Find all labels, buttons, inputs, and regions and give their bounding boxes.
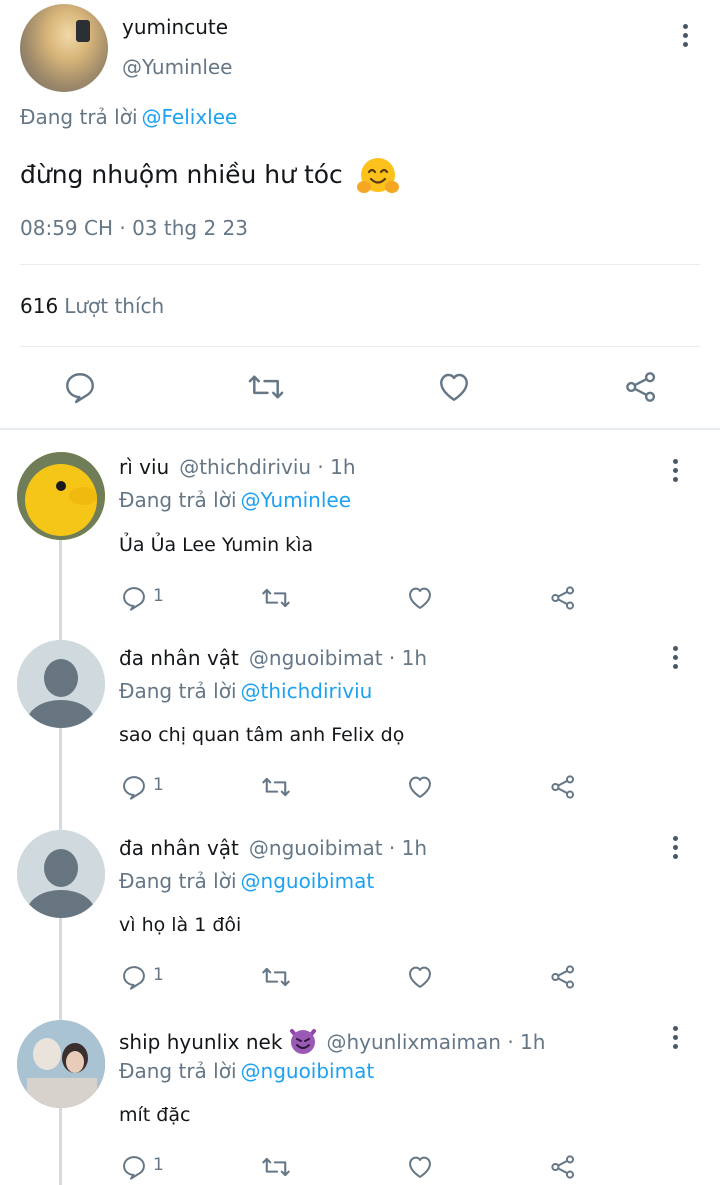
reply-context: Đang trả lời @thichdiriviu <box>119 679 372 703</box>
reply-avatar[interactable] <box>17 640 105 728</box>
reply-header: rì viu @thichdiriviu · 1h <box>119 455 356 479</box>
reply-header: đa nhân vật @nguoibimat · 1h <box>119 836 427 860</box>
reply-header: đa nhân vật @nguoibimat · 1h <box>119 646 427 670</box>
more-options-icon[interactable] <box>671 1026 679 1049</box>
tweet-timestamp: 08:59 CH · 03 thg 2 23 <box>20 216 248 240</box>
reply-context: Đang trả lời @Felixlee <box>20 105 237 129</box>
reply-author-name[interactable]: đa nhân vật <box>119 646 239 670</box>
reply-icon[interactable] <box>120 773 148 801</box>
reply-count: 1 <box>153 1155 164 1175</box>
like-icon[interactable] <box>436 369 472 405</box>
reply-prefix: Đang trả lời <box>119 1059 237 1083</box>
reply-icon[interactable] <box>120 1153 148 1181</box>
reply-to-link[interactable]: @Yuminlee <box>241 488 351 512</box>
hugging-face-icon <box>356 158 399 193</box>
duck-character-icon <box>17 452 105 540</box>
reply-text: sao chị quan tâm anh Felix dọ <box>119 724 405 746</box>
like-summary[interactable]: 616 Lượt thích <box>20 294 164 318</box>
retweet-icon[interactable] <box>247 369 285 405</box>
like-icon[interactable] <box>406 963 434 991</box>
reply-count: 1 <box>153 965 164 985</box>
reply-context: Đang trả lời @nguoibimat <box>119 869 374 893</box>
more-options-icon[interactable] <box>671 646 679 669</box>
reply-text: mít đặc <box>119 1104 191 1126</box>
reply-text: vì họ là 1 đôi <box>119 914 242 936</box>
tweet-text: đừng nhuộm nhiều hư tóc <box>20 155 399 197</box>
more-options-icon[interactable] <box>671 836 679 859</box>
photo-avatar-icon <box>17 1020 105 1108</box>
share-icon[interactable] <box>623 369 659 405</box>
reply-to-link[interactable]: @nguoibimat <box>241 1059 375 1083</box>
retweet-icon[interactable] <box>261 584 291 612</box>
default-avatar-icon <box>17 830 105 918</box>
retweet-icon[interactable] <box>261 773 291 801</box>
author-avatar[interactable] <box>20 4 108 92</box>
reply-count: 1 <box>153 586 164 606</box>
reply-author-handle[interactable]: @nguoibimat · 1h <box>249 836 427 860</box>
reply-avatar[interactable] <box>17 830 105 918</box>
share-icon[interactable] <box>549 963 577 991</box>
retweet-icon[interactable] <box>261 963 291 991</box>
share-icon[interactable] <box>549 773 577 801</box>
author-handle[interactable]: @Yuminlee <box>122 55 232 79</box>
reply-author-name[interactable]: đa nhân vật <box>119 836 239 860</box>
default-avatar-icon <box>17 640 105 728</box>
reply-author-handle[interactable]: @nguoibimat · 1h <box>249 646 427 670</box>
like-icon[interactable] <box>406 584 434 612</box>
like-label: Lượt thích <box>64 294 165 318</box>
reply-prefix: Đang trả lời <box>20 105 138 129</box>
reply-to-link[interactable]: @thichdiriviu <box>241 679 373 703</box>
reply-context: Đang trả lời @Yuminlee <box>119 488 351 512</box>
reply-count: 1 <box>153 775 164 795</box>
divider <box>20 346 700 347</box>
like-icon[interactable] <box>406 773 434 801</box>
reply-header: ship hyunlix nek @hyunlixmaiman · 1h <box>119 1025 545 1055</box>
reply-icon[interactable] <box>62 369 98 405</box>
reply-prefix: Đang trả lời <box>119 679 237 703</box>
reply-prefix: Đang trả lời <box>119 488 237 512</box>
tweet-body: đừng nhuộm nhiều hư tóc <box>20 160 343 189</box>
reply-prefix: Đang trả lời <box>119 869 237 893</box>
author-name[interactable]: yumincute <box>122 15 228 39</box>
more-options-icon[interactable] <box>671 459 679 482</box>
reply-icon[interactable] <box>120 584 148 612</box>
divider <box>0 428 720 430</box>
smiling-devil-icon <box>290 1029 317 1054</box>
reply-author-name[interactable]: rì viu <box>119 455 169 479</box>
share-icon[interactable] <box>549 1153 577 1181</box>
reply-avatar[interactable] <box>17 1020 105 1108</box>
reply-avatar[interactable] <box>17 452 105 540</box>
retweet-icon[interactable] <box>261 1153 291 1181</box>
divider <box>20 264 700 265</box>
like-icon[interactable] <box>406 1153 434 1181</box>
reply-context: Đang trả lời @nguoibimat <box>119 1059 374 1083</box>
reply-to-link[interactable]: @Felixlee <box>142 105 238 129</box>
share-icon[interactable] <box>549 584 577 612</box>
reply-author-handle[interactable]: @thichdiriviu · 1h <box>179 455 355 479</box>
reply-author-handle[interactable]: @hyunlixmaiman · 1h <box>326 1030 545 1054</box>
reply-text: Ủa Ủa Lee Yumin kìa <box>119 534 314 556</box>
reply-author-name[interactable]: ship hyunlix nek <box>119 1030 282 1054</box>
like-count: 616 <box>20 294 59 318</box>
more-options-icon[interactable] <box>681 24 689 47</box>
reply-to-link[interactable]: @nguoibimat <box>241 869 375 893</box>
reply-icon[interactable] <box>120 963 148 991</box>
